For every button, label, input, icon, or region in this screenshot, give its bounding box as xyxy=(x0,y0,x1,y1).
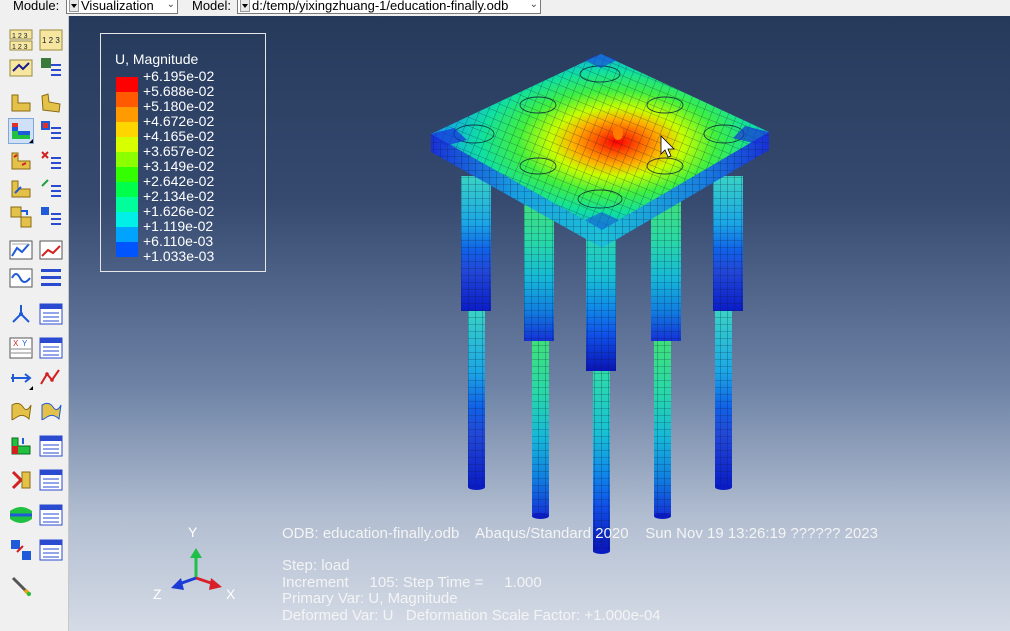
transform-manager-icon[interactable] xyxy=(39,538,63,562)
legend-value: +5.688e-02 xyxy=(143,83,215,99)
stream-icon[interactable] xyxy=(9,399,33,423)
legend-color-bar xyxy=(116,77,138,257)
triad-y-label: Y xyxy=(188,524,198,540)
contour-legend[interactable]: U, Magnitude +6.195e-02 +5.688e-02 +5.180e… xyxy=(100,33,266,272)
triad-icon xyxy=(171,548,222,590)
max-displacement-marker xyxy=(613,126,623,140)
legend-value: +4.165e-02 xyxy=(143,128,215,144)
viewport[interactable]: U, Magnitude +6.195e-02 +5.688e-02 +5.180e… xyxy=(69,16,1010,631)
allow-multiple-plot-states-icon[interactable] xyxy=(9,205,33,229)
legend-value: +5.180e-02 xyxy=(143,98,215,114)
animation-options-icon[interactable] xyxy=(39,266,63,290)
legend-value: +6.195e-02 xyxy=(143,68,215,84)
legend-values: +6.195e-02 +5.688e-02 +5.180e-02 +4.672e-02… xyxy=(143,69,214,264)
legend-value: +2.642e-02 xyxy=(143,173,215,189)
contour-options-icon[interactable] xyxy=(39,119,63,143)
result-options-icon[interactable] xyxy=(39,56,63,80)
legend-swatch xyxy=(116,227,138,242)
legend-swatch xyxy=(116,167,138,182)
display-group-manager-icon[interactable] xyxy=(39,434,63,458)
odb-header-text: ODB: education-finally.odb Abaqus/Standa… xyxy=(282,525,878,542)
triad-z-label: Z xyxy=(153,586,162,602)
legend-value: +3.657e-02 xyxy=(143,143,215,159)
path-icon[interactable] xyxy=(9,366,33,390)
triad-x-label: X xyxy=(226,586,236,602)
svg-text:Y: Y xyxy=(22,339,28,348)
primary-var-text: Primary Var: U, Magnitude xyxy=(282,590,458,607)
increment-text: Increment 105: Step Time = 1.000 xyxy=(282,574,542,591)
legend-swatch xyxy=(116,92,138,107)
legend-value: +3.149e-02 xyxy=(143,158,215,174)
legend-value: +1.626e-02 xyxy=(143,203,215,219)
svg-text:1 2 3: 1 2 3 xyxy=(42,36,60,45)
legend-swatch xyxy=(116,242,138,257)
module-label: Module: xyxy=(13,0,60,13)
svg-text:1 2 3: 1 2 3 xyxy=(12,33,28,40)
animate-time-history-icon[interactable] xyxy=(39,238,63,262)
chevron-down-icon[interactable]: ⌄ xyxy=(530,0,538,10)
model-label: Model: xyxy=(192,0,232,13)
deformed-shape-icon[interactable] xyxy=(39,91,63,115)
model-value: d:/temp/yixingzhuang-1/education-finally… xyxy=(252,0,509,13)
undeformed-shape-icon[interactable] xyxy=(9,91,33,115)
chevron-down-icon[interactable]: ⌄ xyxy=(167,0,175,10)
contour-plot-icon[interactable] xyxy=(8,118,34,144)
xy-data-manager-icon[interactable] xyxy=(39,336,63,360)
orientation-options-icon[interactable] xyxy=(39,177,63,201)
legend-swatch xyxy=(116,137,138,152)
svg-text:X: X xyxy=(13,339,19,348)
view-cut-icon[interactable] xyxy=(9,302,33,326)
legend-title: U, Magnitude xyxy=(115,51,199,67)
view-manager-icon[interactable] xyxy=(39,468,63,492)
model-combo[interactable]: d:/temp/yixingzhuang-1/education-finally… xyxy=(237,0,541,14)
stream-manager-icon[interactable] xyxy=(39,399,63,423)
material-orientation-icon[interactable] xyxy=(9,177,33,201)
animate-harmonic-icon[interactable] xyxy=(9,266,33,290)
superimpose-options-icon[interactable] xyxy=(39,205,63,229)
transform-icon[interactable] xyxy=(9,538,33,562)
pile-back-left[interactable] xyxy=(461,176,491,490)
toolbox: 1 2 3 1 2 3 1 2 3 X Y xyxy=(0,16,69,631)
legend-value: +1.119e-02 xyxy=(143,218,214,234)
animate-scale-factor-icon[interactable] xyxy=(9,238,33,262)
pile-mid-left[interactable] xyxy=(524,201,554,519)
legend-swatch xyxy=(116,212,138,227)
query-probe-icon[interactable] xyxy=(9,574,33,598)
stress-linearization-icon[interactable] xyxy=(9,503,33,527)
legend-swatch xyxy=(116,182,138,197)
context-bar: Module: Visualization ⌄ Model: d:/temp/y… xyxy=(0,0,1010,16)
module-dropdown-arrow-icon[interactable] xyxy=(69,0,79,12)
legend-value: +2.134e-02 xyxy=(143,188,215,204)
pile-mid-right[interactable] xyxy=(651,201,681,519)
legend-swatch xyxy=(116,77,138,92)
create-xy-data-icon[interactable]: XY xyxy=(9,336,33,360)
pile-front[interactable] xyxy=(586,226,616,554)
symbol-options-icon[interactable] xyxy=(39,149,63,173)
symbol-plot-icon[interactable] xyxy=(9,149,33,173)
free-body-manager-icon[interactable] xyxy=(39,503,63,527)
pile-back-right[interactable] xyxy=(713,176,743,490)
deformed-var-text: Deformed Var: U Deformation Scale Factor… xyxy=(282,607,661,624)
model-dropdown-arrow-icon[interactable] xyxy=(240,0,250,12)
step-text: Step: load xyxy=(282,557,350,574)
module-value: Visualization xyxy=(81,0,154,13)
module-combo[interactable]: Visualization ⌄ xyxy=(66,0,178,14)
display-group-icon[interactable] xyxy=(9,434,33,458)
svg-text:1 2 3: 1 2 3 xyxy=(12,44,28,51)
frame-list-icon[interactable]: 1 2 3 xyxy=(39,28,63,52)
step-list-icon[interactable]: 1 2 3 1 2 3 xyxy=(9,28,33,52)
legend-swatch xyxy=(116,107,138,122)
legend-value: +1.033e-03 xyxy=(143,248,215,264)
xy-plot-icon[interactable] xyxy=(39,366,63,390)
legend-value: +6.110e-03 xyxy=(143,233,214,249)
time-step-icon[interactable] xyxy=(9,56,33,80)
legend-swatch xyxy=(116,122,138,137)
legend-swatch xyxy=(116,197,138,212)
replace-selected-icon[interactable] xyxy=(9,468,33,492)
legend-value: +4.672e-02 xyxy=(143,113,215,129)
view-cut-manager-icon[interactable] xyxy=(39,302,63,326)
legend-swatch xyxy=(116,152,138,167)
